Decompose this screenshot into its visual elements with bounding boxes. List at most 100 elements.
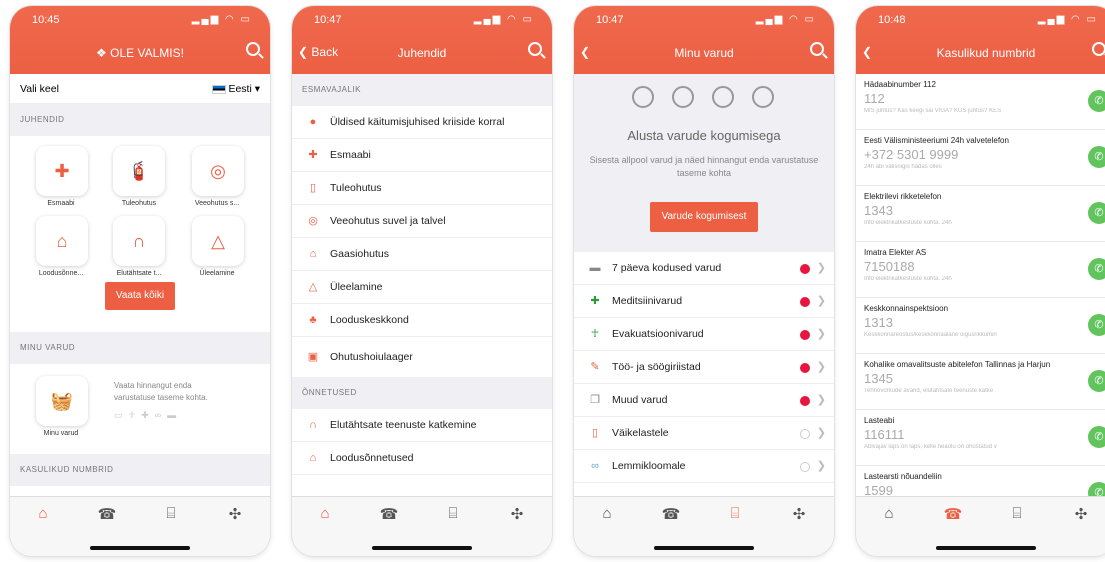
home-tab-icon[interactable]: ⌂ [310, 505, 340, 522]
basket-tab-icon[interactable]: ⌸ [438, 505, 468, 522]
phone-tab-icon[interactable]: ☎ [938, 505, 968, 523]
list-item[interactable]: ● Üldised käitumisjuhised kriiside korral [292, 106, 552, 139]
number-value: 1343 [864, 203, 893, 218]
list-item[interactable]: ▯ Väikelastele ❯ [574, 417, 834, 450]
phone-tab-icon[interactable]: ☎ [374, 505, 404, 523]
home-tab-icon[interactable]: ⌂ [592, 505, 622, 522]
basket-tab-icon[interactable]: ⌸ [156, 505, 186, 522]
app-title: ❖ OLE VALMIS! [96, 46, 184, 60]
supply-status-icons: ▭☥✚∞▬ [114, 410, 183, 420]
list-item[interactable]: ▣ Ohutushoiulaager [292, 337, 552, 377]
number-title: Lasteabi [864, 416, 895, 425]
list-item[interactable]: Eesti Välisministeeriumi 24h valvetelefo… [856, 130, 1105, 186]
home-tab-icon[interactable]: ⌂ [874, 505, 904, 522]
list-item[interactable]: Imatra Elekter AS 7150188 Info elektrika… [856, 242, 1105, 298]
list-item[interactable]: Elektrilevi rikketelefon 1343 Info elekt… [856, 186, 1105, 242]
call-icon[interactable]: ✆ [1088, 426, 1105, 448]
home-tab-icon[interactable]: ⌂ [28, 505, 58, 522]
list-item[interactable]: Lasteabi 116111 Abivajav laps on laps, k… [856, 410, 1105, 466]
list-item[interactable]: ▬ 7 päeva kodused varud ❯ [574, 252, 834, 285]
status-time: 10:47 [314, 14, 342, 26]
list-item[interactable]: ∩ Elutähtsate teenuste katkemine [292, 409, 552, 442]
search-icon[interactable] [810, 42, 824, 56]
list-item[interactable]: Lastearsti nõuandeliin 1599 ✆ [856, 466, 1105, 496]
lifebuoy-icon[interactable]: ◎ [192, 146, 244, 196]
number-note: Info elektrikatkestuste kohta. 24h [864, 220, 952, 226]
pet-icon: ∞ [591, 460, 599, 472]
status-dot [800, 264, 810, 274]
call-icon[interactable]: ✆ [1088, 258, 1105, 280]
search-icon[interactable] [246, 42, 260, 56]
list-item[interactable]: Keskkonnainspektsioon 1313 Keskkonnareos… [856, 298, 1105, 354]
number-note: Info elektrikatkestuste kohta. 24h [864, 276, 952, 282]
search-icon[interactable] [1092, 42, 1105, 56]
phone-tab-icon[interactable]: ☎ [92, 505, 122, 523]
tent-icon[interactable]: △ [192, 216, 244, 266]
status-dot [800, 396, 810, 406]
list-item[interactable]: ✚ Esmaabi [292, 139, 552, 172]
phone-screen-supplies: 10:47 ▂▄▆ ◠ ▭ ❮ Minu varud Alusta varude… [574, 6, 834, 556]
basket-tab-icon[interactable]: ⌸ [1002, 505, 1032, 522]
list-item[interactable]: ✚ Meditsiinivarud ❯ [574, 285, 834, 318]
chevron-right-icon: ❯ [816, 394, 826, 406]
app-header: 10:47 ▂▄▆ ◠ ▭ ❮ Minu varud [574, 6, 834, 74]
call-icon[interactable]: ✆ [1088, 482, 1105, 496]
list-item[interactable]: △ Üleelamine [292, 271, 552, 304]
chevron-right-icon: ❯ [816, 361, 826, 373]
page-title: Minu varud [674, 46, 734, 60]
call-icon[interactable]: ✆ [1088, 314, 1105, 336]
tent-icon: △ [308, 281, 318, 293]
call-icon[interactable]: ✆ [1088, 90, 1105, 112]
basket-icon[interactable]: 🧺 [36, 376, 88, 426]
settings-tab-icon[interactable]: ✣ [502, 505, 532, 523]
progress-circle-icon [632, 86, 654, 108]
language-select[interactable]: Eesti ▾ [211, 74, 260, 104]
home-indicator [372, 546, 472, 550]
phone-tab-icon[interactable]: ☎ [656, 505, 686, 523]
utility-outage-icon[interactable]: ∩ [113, 216, 165, 266]
list-item[interactable]: ♣ Looduskeskkond [292, 304, 552, 337]
settings-tab-icon[interactable]: ✣ [220, 505, 250, 523]
list-item[interactable]: ▯ Tuleohutus [292, 172, 552, 205]
list-item[interactable]: Hädaabinumber 112 112 MIS juhtus? Kas ke… [856, 74, 1105, 130]
number-title: Imatra Elekter AS [864, 248, 927, 257]
status-time: 10:45 [32, 14, 60, 26]
list-item[interactable]: Kohalike omavalitsuste abitelefon Tallin… [856, 354, 1105, 410]
status-dot [800, 462, 810, 472]
number-value: +372 5301 9999 [864, 147, 959, 162]
app-header: 10:45 ▂▄▆ ◠ ▭ ❖ OLE VALMIS! [10, 6, 270, 74]
home-indicator [654, 546, 754, 550]
medical-icon: ✚ [590, 295, 600, 307]
settings-tab-icon[interactable]: ✣ [784, 505, 814, 523]
list-item[interactable]: ⌂ Gaasiohutus [292, 238, 552, 271]
list-item[interactable]: ❐ Muud varud ❯ [574, 384, 834, 417]
number-title: Keskkonnainspektsioon [864, 304, 949, 313]
list-item[interactable]: ✎ Töö- ja söögiriistad ❯ [574, 351, 834, 384]
search-icon[interactable] [528, 42, 542, 56]
section-supplies: MINU VARUD [10, 332, 270, 364]
list-item[interactable]: ⌂ Loodusõnnetused [292, 442, 552, 475]
app-header: 10:47 ▂▄▆ ◠ ▭ ❮ Back Juhendid [292, 6, 552, 74]
fire-extinguisher-icon[interactable]: 🧯 [113, 146, 165, 196]
status-dot [800, 330, 810, 340]
language-row[interactable]: Vali keel Eesti ▾ [10, 74, 270, 104]
see-all-button[interactable]: Vaata kõiki [105, 282, 175, 310]
basket-tab-icon[interactable]: ⌸ [720, 505, 750, 522]
list-item[interactable]: ∞ Lemmikloomale ❯ [574, 450, 834, 483]
phone-screen-home: 10:45 ▂▄▆ ◠ ▭ ❖ OLE VALMIS! Vali keel Ee… [10, 6, 270, 556]
call-icon[interactable]: ✆ [1088, 146, 1105, 168]
list-item[interactable]: ◎ Veeohutus suvel ja talvel [292, 205, 552, 238]
list-item[interactable]: ☥ Evakuatsioonivarud ❯ [574, 318, 834, 351]
section-primer: ESMAVAJALIK [292, 74, 552, 106]
collect-supplies-button[interactable]: Varude kogumisest [650, 202, 758, 232]
settings-tab-icon[interactable]: ✣ [1066, 505, 1096, 523]
call-icon[interactable]: ✆ [1088, 370, 1105, 392]
call-icon[interactable]: ✆ [1088, 202, 1105, 224]
progress-circle-icon [712, 86, 734, 108]
first-aid-icon[interactable]: ✚ [36, 146, 88, 196]
tab-bar: ⌂ ☎ ⌸ ✣ [292, 496, 552, 556]
guides-grid: ✚ Esmaabi 🧯 Tuleohutus ◎ Veeohutus s... … [10, 136, 270, 332]
language-label: Vali keel [20, 83, 59, 95]
disaster-icon[interactable]: ⌂ [36, 216, 88, 266]
number-note: MIS juhtus? Kas keegi sai VIGA? KUS juht… [864, 108, 1002, 114]
